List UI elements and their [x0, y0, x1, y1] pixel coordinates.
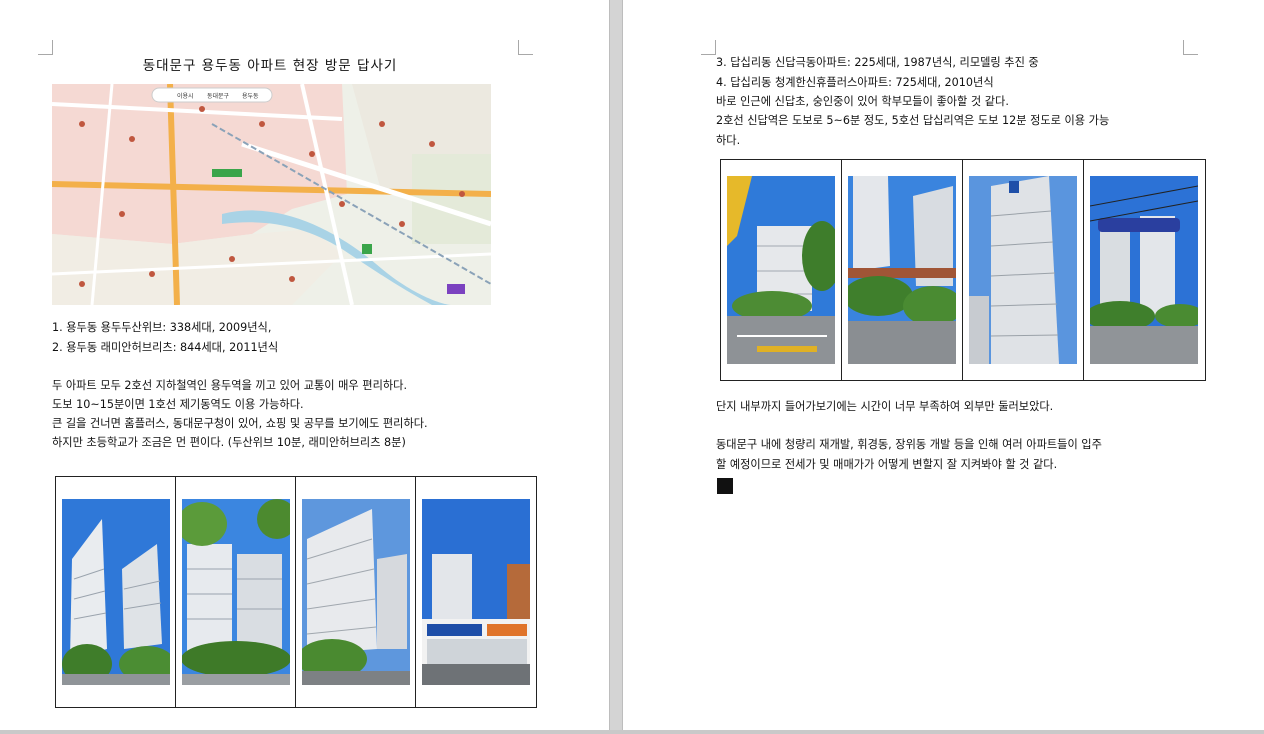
photo-cell — [721, 160, 842, 380]
paragraph-line: 큰 길을 건너면 홈플러스, 동대문구청이 있어, 쇼핑 및 공무를 보기에도 … — [52, 417, 428, 430]
list-item-3: 3. 답십리동 신답극동아파트: 225세대, 1987년식, 리모델링 추진 … — [716, 56, 1039, 69]
photo-cell — [1084, 160, 1204, 380]
location-map: 이용시 동대문구 용두동 — [52, 84, 491, 305]
photo-cell — [416, 477, 535, 707]
paragraph-line: 동대문구 내에 청량리 재개발, 휘경동, 장위동 개발 등을 인해 여러 아파… — [716, 438, 1102, 451]
document-page-left: 동대문구 용두동 아파트 현장 방문 답사기 이용시 동대문구 용두동 1. 용… — [0, 0, 609, 730]
paragraph-line: 하지만 초등학교가 조금은 먼 편이다. (두산위브 10분, 래미안허브리츠 … — [52, 436, 406, 449]
margin-corner-top-left — [701, 40, 716, 55]
apartment-photo-3 — [301, 499, 410, 685]
apartment-photo-8 — [1090, 176, 1198, 364]
paragraph-line: 할 예정이므로 전세가 및 매매가가 어떻게 변할지 잘 지켜봐야 할 것 같다… — [716, 458, 1058, 471]
apartment-photo-2 — [181, 499, 290, 685]
document-page-right: 3. 답십리동 신답극동아파트: 225세대, 1987년식, 리모델링 추진 … — [623, 0, 1264, 730]
paragraph-line: 두 아파트 모두 2호선 지하철역인 용두역을 끼고 있어 교통이 매우 편리하… — [52, 379, 408, 392]
document-title: 동대문구 용두동 아파트 현장 방문 답사기 — [142, 58, 398, 74]
paragraph-line: 도보 10~15분이면 1호선 제기동역도 이용 가능하다. — [52, 398, 304, 411]
list-item-2: 2. 용두동 래미안허브리츠: 844세대, 2011년식 — [52, 341, 279, 354]
paragraph-line: 하다. — [716, 134, 741, 147]
apartment-photo-7 — [969, 176, 1077, 364]
paragraph-line: 2호선 신답역은 도보로 5~6분 정도, 5호선 답십리역은 도보 12분 정… — [716, 114, 1110, 127]
photo-cell — [842, 160, 963, 380]
photo-cell — [56, 477, 176, 707]
paragraph-line: 바로 인근에 신답초, 숭인중이 있어 학부모들이 좋아할 것 같다. — [716, 95, 1009, 108]
margin-corner-top-right — [1183, 40, 1198, 55]
map-chip-1: 이용시 — [177, 92, 194, 100]
list-item-4: 4. 답십리동 청계한신휴플러스아파트: 725세대, 2010년식 — [716, 76, 994, 89]
text-cursor-block[interactable] — [717, 478, 733, 494]
margin-corner-top-right — [518, 40, 533, 55]
map-chip-3: 용두동 — [242, 93, 259, 100]
photo-cell — [296, 477, 416, 707]
margin-corner-top-left — [38, 40, 53, 55]
apartment-photo-6 — [848, 176, 956, 364]
photo-table-left — [55, 476, 537, 708]
apartment-photo-5 — [727, 176, 835, 364]
photo-cell — [963, 160, 1084, 380]
map-chip-2: 동대문구 — [207, 92, 230, 100]
horizontal-scrollbar[interactable] — [0, 730, 1264, 734]
apartment-photo-4 — [421, 499, 530, 685]
photo-cell — [176, 477, 296, 707]
list-item-1: 1. 용두동 용두두산위브: 338세대, 2009년식, — [52, 321, 272, 334]
paragraph-line: 단지 내부까지 들어가보기에는 시간이 너무 부족하여 외부만 둘러보았다. — [716, 400, 1054, 413]
apartment-photo-1 — [61, 499, 170, 685]
photo-table-right — [720, 159, 1206, 381]
